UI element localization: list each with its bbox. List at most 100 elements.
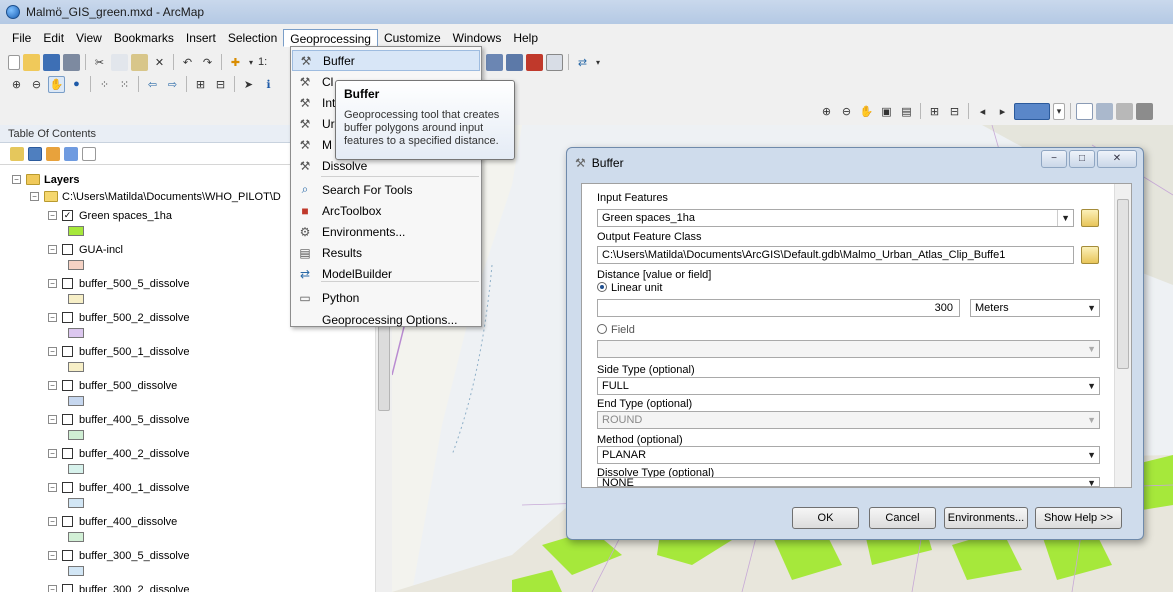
- layout-zoom-out-icon[interactable]: ⊖: [838, 103, 855, 120]
- change-layout-icon[interactable]: [1116, 102, 1133, 120]
- toolbar-options-icon[interactable]: ▾: [594, 54, 602, 71]
- dialog-scrollbar[interactable]: [1114, 184, 1131, 487]
- layer-row[interactable]: − buffer_400_1_dissolve: [48, 479, 190, 496]
- distance-unit-select[interactable]: Meters ▼: [970, 299, 1100, 317]
- catalog-window-icon[interactable]: [546, 53, 563, 71]
- toggle-draft-mode-icon[interactable]: [1076, 102, 1093, 120]
- pan-icon[interactable]: ✋: [48, 75, 65, 93]
- layer-row[interactable]: − GUA-incl: [48, 241, 123, 258]
- layer-visibility-checkbox[interactable]: [62, 312, 73, 323]
- zoom-100-icon[interactable]: ▤: [898, 103, 915, 120]
- modelbuilder-icon[interactable]: ⇄: [574, 54, 591, 71]
- linear-unit-radio-row[interactable]: Linear unit: [597, 282, 662, 294]
- toolbox-icon[interactable]: [526, 53, 543, 71]
- collapse-toggle[interactable]: −: [48, 449, 57, 458]
- fixed-zoom-in-icon[interactable]: ⁘: [96, 76, 113, 93]
- minimize-icon[interactable]: −: [1041, 150, 1067, 168]
- full-extent-icon[interactable]: ●: [68, 76, 85, 93]
- menu-help[interactable]: Help: [507, 29, 544, 47]
- layer-row[interactable]: − buffer_400_5_dissolve: [48, 411, 190, 428]
- layer-visibility-checkbox[interactable]: [62, 380, 73, 391]
- menu-windows[interactable]: Windows: [447, 29, 508, 47]
- back-extent-icon[interactable]: ⇦: [144, 76, 161, 93]
- menu-view[interactable]: View: [70, 29, 108, 47]
- layout-pan-icon[interactable]: ✋: [858, 103, 875, 120]
- layer-symbol-swatch[interactable]: [68, 362, 84, 372]
- collapse-toggle[interactable]: −: [48, 415, 57, 424]
- layer-symbol-swatch[interactable]: [68, 430, 84, 440]
- forward-extent-icon[interactable]: ⇨: [164, 76, 181, 93]
- layer-visibility-checkbox[interactable]: [62, 414, 73, 425]
- layer-symbol-swatch[interactable]: [68, 396, 84, 406]
- fixed-zoom-out-icon[interactable]: ⁙: [116, 76, 133, 93]
- layout-zoom-in-icon[interactable]: ⊕: [818, 103, 835, 120]
- menu-item-buffer[interactable]: ⚒ Buffer: [292, 50, 480, 71]
- layer-row[interactable]: − buffer_300_5_dissolve: [48, 547, 190, 564]
- collapse-toggle[interactable]: −: [48, 551, 57, 560]
- zoom-out-icon[interactable]: ⊖: [28, 76, 45, 93]
- menu-edit[interactable]: Edit: [37, 29, 70, 47]
- browse-input-folder-icon[interactable]: [1081, 209, 1099, 227]
- list-by-drawing-order-icon[interactable]: [10, 146, 24, 161]
- zoom-percent-box[interactable]: [1014, 102, 1050, 120]
- chevron-down-icon[interactable]: ▼: [1057, 210, 1070, 226]
- select-elements-icon[interactable]: ➤: [240, 76, 257, 93]
- copy-icon[interactable]: [111, 53, 128, 71]
- linear-unit-radio[interactable]: [597, 282, 607, 292]
- collapse-toggle[interactable]: −: [48, 585, 57, 592]
- chevron-down-icon[interactable]: ▼: [1087, 447, 1096, 463]
- layer-row[interactable]: − buffer_500_dissolve: [48, 377, 177, 394]
- list-by-selection-icon[interactable]: [64, 146, 78, 161]
- menu-item-geoprocessing-options[interactable]: Geoprocessing Options...: [292, 309, 480, 330]
- chevron-down-icon[interactable]: ▼: [1087, 300, 1096, 316]
- dialog-scrollbar-thumb[interactable]: [1117, 199, 1129, 369]
- print-icon[interactable]: [63, 53, 80, 71]
- layer-symbol-swatch[interactable]: [68, 532, 84, 542]
- data-driven-pages-icon[interactable]: [1136, 102, 1153, 120]
- collapse-toggle[interactable]: −: [48, 279, 57, 288]
- clear-selection-icon[interactable]: ⊟: [212, 76, 229, 93]
- show-help-button[interactable]: Show Help >>: [1035, 507, 1122, 529]
- chevron-down-icon[interactable]: ▼: [1087, 478, 1096, 486]
- collapse-toggle[interactable]: −: [48, 483, 57, 492]
- dissolve-type-select[interactable]: NONE ▼: [597, 477, 1100, 487]
- layer-symbol-swatch[interactable]: [68, 566, 84, 576]
- zoom-dropdown-icon[interactable]: ▾: [1053, 102, 1065, 120]
- go-back-icon[interactable]: ◂: [974, 103, 991, 120]
- layer-row[interactable]: − buffer_500_1_dissolve: [48, 343, 190, 360]
- map-scale-label[interactable]: 1:: [258, 54, 267, 71]
- browse-output-folder-icon[interactable]: [1081, 246, 1099, 264]
- layer-visibility-checkbox[interactable]: [62, 448, 73, 459]
- menu-item-python[interactable]: ▭ Python: [292, 287, 480, 308]
- workspace-path-row[interactable]: − C:\Users\Matilda\Documents\WHO_PILOT\D: [30, 188, 281, 205]
- distance-value-field[interactable]: 300: [597, 299, 960, 317]
- list-by-source-icon[interactable]: [28, 146, 42, 161]
- cancel-button[interactable]: Cancel: [869, 507, 936, 529]
- collapse-toggle[interactable]: −: [48, 245, 57, 254]
- collapse-toggle[interactable]: −: [48, 313, 57, 322]
- layer-visibility-checkbox[interactable]: [62, 482, 73, 493]
- layer-visibility-checkbox[interactable]: [62, 550, 73, 561]
- python-window-icon[interactable]: [506, 53, 523, 71]
- zoom-whole-page-icon[interactable]: ▣: [878, 103, 895, 120]
- close-icon[interactable]: ✕: [1097, 150, 1137, 168]
- layer-symbol-swatch[interactable]: [68, 294, 84, 304]
- menu-insert[interactable]: Insert: [180, 29, 222, 47]
- layer-visibility-checkbox[interactable]: [62, 516, 73, 527]
- paste-icon[interactable]: [131, 53, 148, 71]
- toc-options-icon[interactable]: [82, 146, 96, 161]
- maximize-icon[interactable]: □: [1069, 150, 1095, 168]
- collapse-toggle[interactable]: −: [12, 175, 21, 184]
- zoom-in-icon[interactable]: ⊕: [8, 76, 25, 93]
- menu-item-environments[interactable]: ⚙ Environments...: [292, 221, 480, 242]
- open-folder-icon[interactable]: [23, 53, 40, 71]
- collapse-toggle[interactable]: −: [48, 211, 57, 220]
- output-feature-class-field[interactable]: C:\Users\Matilda\Documents\ArcGIS\Defaul…: [597, 246, 1074, 264]
- layer-visibility-checkbox[interactable]: [62, 278, 73, 289]
- redo-icon[interactable]: ↷: [199, 54, 216, 71]
- new-document-icon[interactable]: [8, 54, 20, 70]
- layer-visibility-checkbox[interactable]: [62, 584, 73, 592]
- menu-item-search-for-tools[interactable]: ⌕ Search For Tools: [292, 179, 480, 200]
- delete-icon[interactable]: ✕: [151, 54, 168, 71]
- chevron-down-icon[interactable]: ▼: [1087, 378, 1096, 394]
